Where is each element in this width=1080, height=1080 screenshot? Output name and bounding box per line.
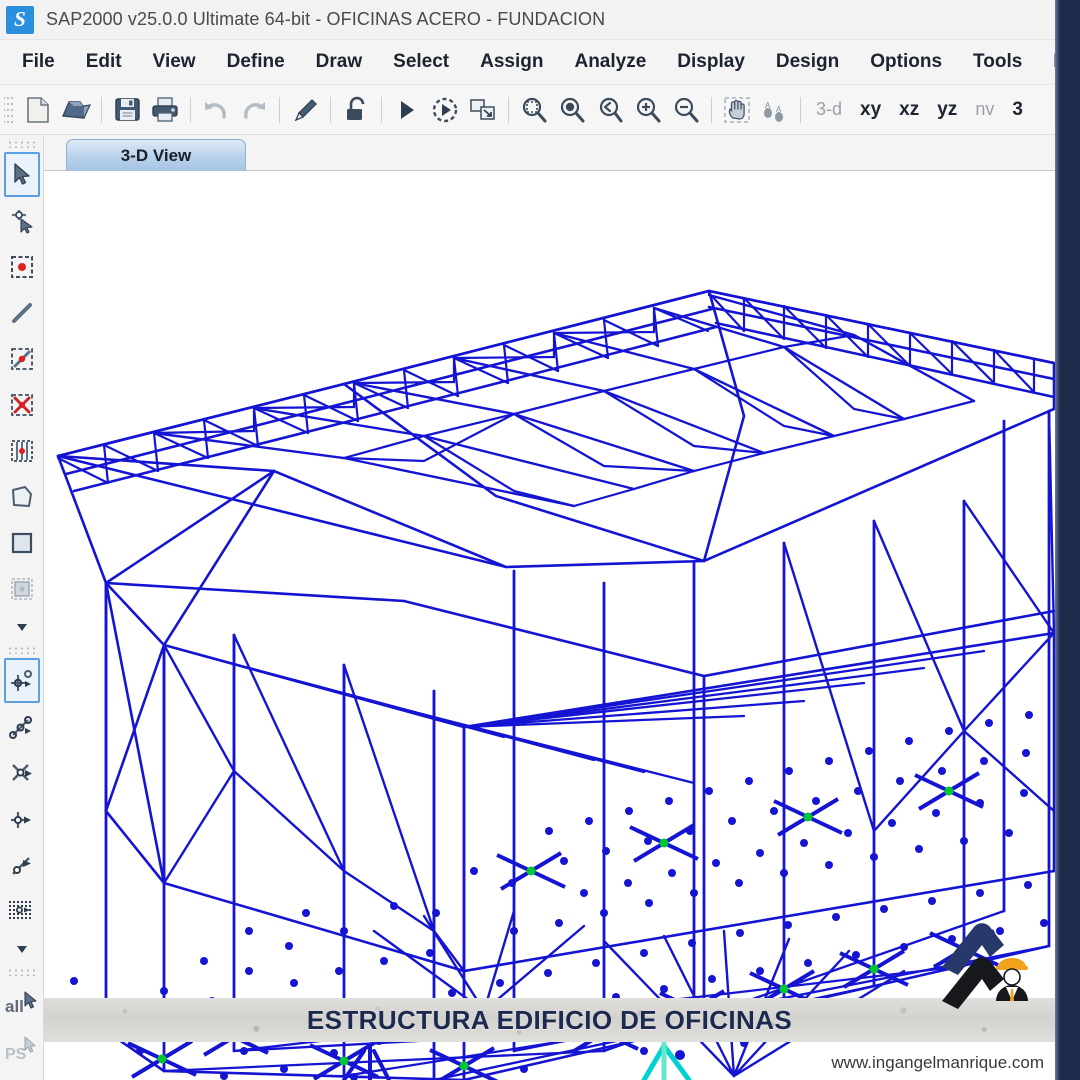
right-edge-highlight bbox=[1055, 0, 1060, 1080]
view-nv-button[interactable]: nv bbox=[966, 99, 1003, 120]
snap-fine-grid-icon[interactable] bbox=[4, 888, 40, 933]
open-file-icon[interactable] bbox=[57, 90, 95, 130]
menu-select[interactable]: Select bbox=[393, 51, 449, 73]
rubber-band-zoom-icon[interactable] bbox=[515, 90, 553, 130]
palette-group-separator bbox=[6, 646, 37, 654]
toolbar-separator bbox=[190, 96, 191, 123]
menu-options[interactable]: Options bbox=[870, 51, 942, 73]
menu-design[interactable]: Design bbox=[776, 51, 839, 73]
menu-draw[interactable]: Draw bbox=[316, 51, 362, 73]
sap2000-window: S SAP2000 v25.0.0 Ultimate 64-bit - OFIC… bbox=[0, 0, 1080, 1080]
run-analysis-icon[interactable] bbox=[388, 90, 426, 130]
set-display-options-icon[interactable] bbox=[464, 90, 502, 130]
more-draw-tools-icon[interactable] bbox=[4, 612, 40, 642]
perspective-toggle-button[interactable]: 3 bbox=[1003, 99, 1032, 121]
new-file-icon[interactable] bbox=[19, 90, 57, 130]
draw-frame-icon[interactable] bbox=[4, 290, 40, 335]
run-animation-icon[interactable] bbox=[426, 90, 464, 130]
view-pane: 3-D View bbox=[44, 135, 1055, 1080]
quick-draw-frame-icon[interactable] bbox=[4, 336, 40, 381]
previous-selection-icon[interactable]: PS bbox=[4, 1026, 40, 1071]
view-yz-button[interactable]: yz bbox=[928, 99, 966, 121]
model-canvas[interactable] bbox=[44, 171, 1055, 1080]
banner-title: ESTRUCTURA EDIFICIO DE OFICINAS bbox=[306, 1004, 793, 1035]
toolbar-grip[interactable] bbox=[4, 92, 13, 127]
menu-assign[interactable]: Assign bbox=[480, 51, 543, 73]
window-title: SAP2000 v25.0.0 Ultimate 64-bit - OFICIN… bbox=[46, 9, 606, 29]
toolbar-separator bbox=[381, 96, 382, 123]
structural-model-wireframe bbox=[56, 289, 1055, 1080]
main-toolbar: A A 3-d xy xz yz nv 3 bbox=[0, 85, 1080, 135]
menu-bar: File Edit View Define Draw Select Assign… bbox=[0, 40, 1080, 85]
zoom-in-icon[interactable] bbox=[629, 90, 667, 130]
view-xz-button[interactable]: xz bbox=[890, 99, 928, 121]
undo-icon[interactable] bbox=[197, 90, 235, 130]
snap-point-grid-icon[interactable] bbox=[3, 658, 40, 703]
zoom-full-icon[interactable] bbox=[553, 90, 591, 130]
save-icon[interactable] bbox=[108, 90, 146, 130]
tab-3d-view[interactable]: 3-D View bbox=[66, 139, 246, 171]
quick-draw-brace-icon[interactable] bbox=[4, 382, 40, 427]
redo-icon[interactable] bbox=[235, 90, 273, 130]
zoom-previous-icon[interactable] bbox=[591, 90, 629, 130]
menu-display[interactable]: Display bbox=[677, 51, 745, 73]
view-xy-button[interactable]: xy bbox=[851, 99, 890, 121]
menu-file[interactable]: File bbox=[22, 51, 55, 73]
walk-through-icon[interactable]: A A bbox=[756, 90, 794, 130]
menu-tools[interactable]: Tools bbox=[973, 51, 1022, 73]
svg-text:all: all bbox=[5, 997, 24, 1016]
toolbar-separator bbox=[800, 96, 801, 123]
left-tool-palette: all PS bbox=[0, 135, 44, 1080]
title-bar: S SAP2000 v25.0.0 Ultimate 64-bit - OFIC… bbox=[0, 0, 1080, 40]
refresh-pencil-icon[interactable] bbox=[286, 90, 324, 130]
snap-perpendicular-icon[interactable] bbox=[4, 796, 40, 841]
reshape-object-icon[interactable] bbox=[4, 198, 40, 243]
overlay-banner: ESTRUCTURA EDIFICIO DE OFICINAS bbox=[44, 998, 1055, 1042]
pan-hand-icon[interactable] bbox=[718, 90, 756, 130]
draw-poly-area-icon[interactable] bbox=[4, 474, 40, 519]
quick-draw-area-icon[interactable] bbox=[4, 566, 40, 611]
svg-text:PS: PS bbox=[5, 1046, 27, 1063]
snap-intersections-icon[interactable] bbox=[4, 750, 40, 795]
snap-line-edge-icon[interactable] bbox=[4, 842, 40, 887]
site-url: www.ingangelmanrique.com bbox=[831, 1053, 1044, 1072]
menu-view[interactable]: View bbox=[153, 51, 196, 73]
lock-icon[interactable] bbox=[337, 90, 375, 130]
toolbar-separator bbox=[279, 96, 280, 123]
select-all-icon[interactable]: all bbox=[4, 980, 40, 1025]
view-3d-button[interactable]: 3-d bbox=[807, 99, 851, 120]
print-icon[interactable] bbox=[146, 90, 184, 130]
more-snap-tools-icon[interactable] bbox=[4, 934, 40, 964]
quick-draw-secondary-beam-icon[interactable] bbox=[4, 428, 40, 473]
menu-analyze[interactable]: Analyze bbox=[574, 51, 646, 73]
draw-point-icon[interactable] bbox=[4, 244, 40, 289]
palette-group-separator bbox=[6, 968, 37, 976]
snap-midpoint-ends-icon[interactable] bbox=[4, 704, 40, 749]
zoom-out-icon[interactable] bbox=[667, 90, 705, 130]
menu-define[interactable]: Define bbox=[227, 51, 285, 73]
draw-rectangular-area-icon[interactable] bbox=[4, 520, 40, 565]
right-edge-band bbox=[1055, 0, 1080, 1080]
palette-grip[interactable] bbox=[6, 140, 37, 148]
select-pointer-icon[interactable] bbox=[3, 152, 40, 197]
toolbar-separator bbox=[101, 96, 102, 123]
sap2000-logo-icon: S bbox=[6, 5, 34, 34]
view-tab-strip: 3-D View bbox=[44, 135, 1055, 171]
toolbar-separator bbox=[508, 96, 509, 123]
toolbar-separator bbox=[711, 96, 712, 123]
toolbar-separator bbox=[330, 96, 331, 123]
menu-edit[interactable]: Edit bbox=[86, 51, 122, 73]
